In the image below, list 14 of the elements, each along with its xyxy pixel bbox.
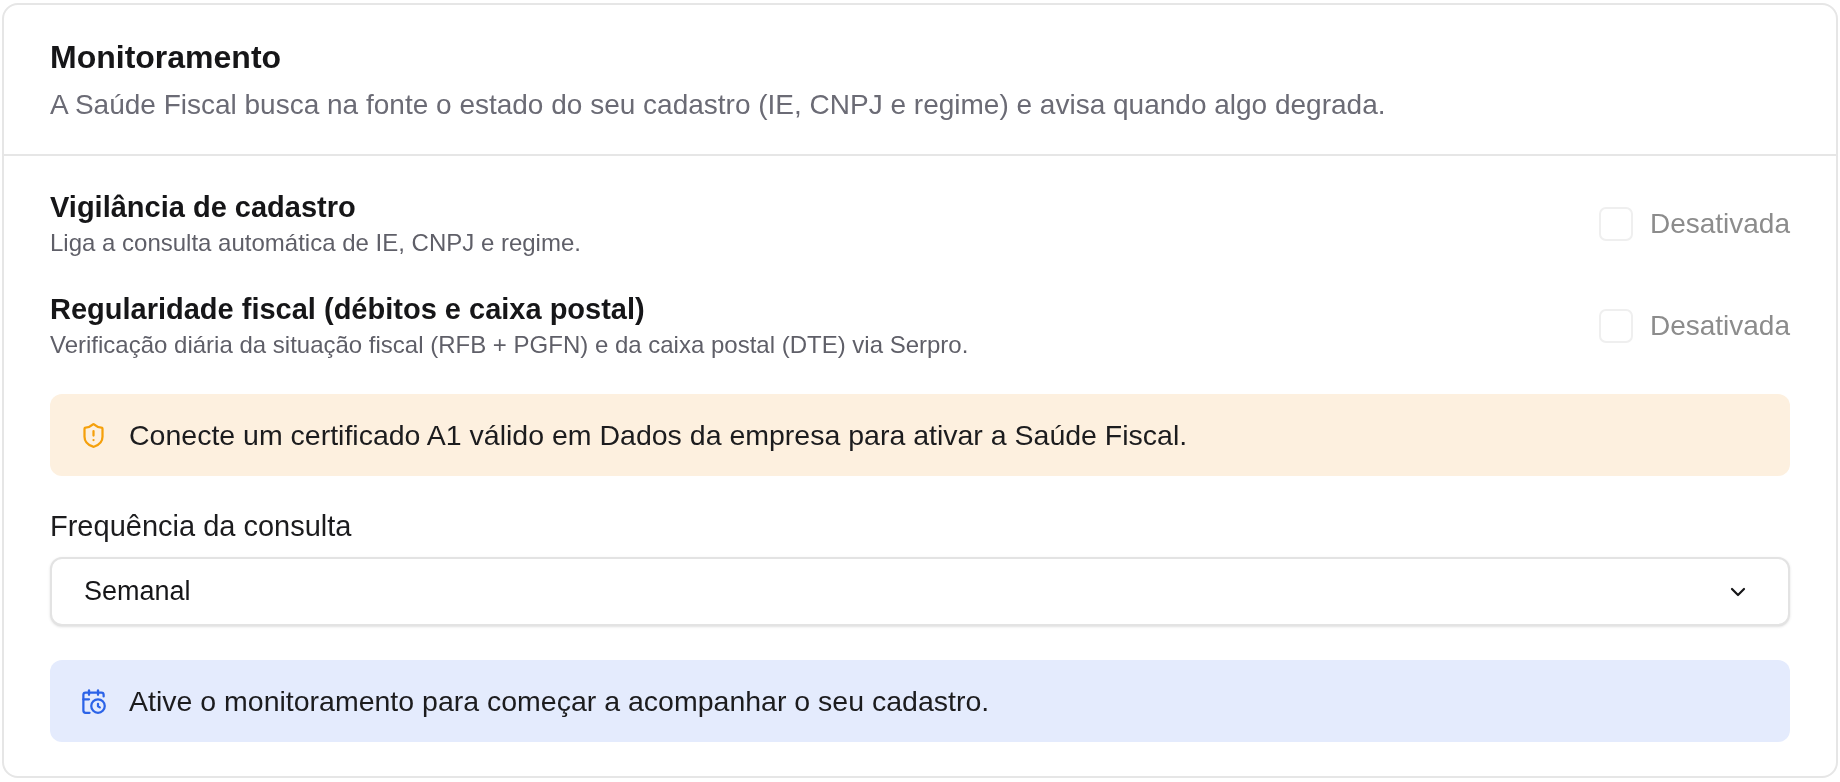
frequency-select[interactable]: Semanal: [50, 557, 1790, 626]
setting-title: Regularidade fiscal (débitos e caixa postal): [50, 292, 645, 326]
status-label: Desativada: [1649, 309, 1790, 343]
setting-description: Verificação diária da situação fiscal (RFB + PGFN) e da caixa postal (DTE) via Serpro.: [50, 330, 969, 360]
section-description: A Saúde Fiscal busca na fonte o estado do seu cadastro (IE, CNPJ e regime) e avisa quando algo degrada.: [50, 88, 1386, 122]
setting-description: Liga a consulta automática de IE, CNPJ e regime.: [50, 228, 581, 258]
field-label: Frequência da consulta: [50, 510, 352, 542]
banner-text: Ative o monitoramento para começar a acompanhar o seu cadastro.: [129, 684, 990, 718]
status-label: Desativada: [1649, 207, 1790, 241]
calendar-clock-icon: [80, 687, 107, 715]
section-title: Monitoramento: [50, 39, 282, 75]
setting-title: Vigilância de cadastro: [50, 190, 356, 224]
banner-text: Conecte um certificado A1 válido em Dados da empresa para ativar a Saúde Fiscal.: [129, 418, 1188, 452]
shield-alert-icon: [80, 421, 107, 449]
